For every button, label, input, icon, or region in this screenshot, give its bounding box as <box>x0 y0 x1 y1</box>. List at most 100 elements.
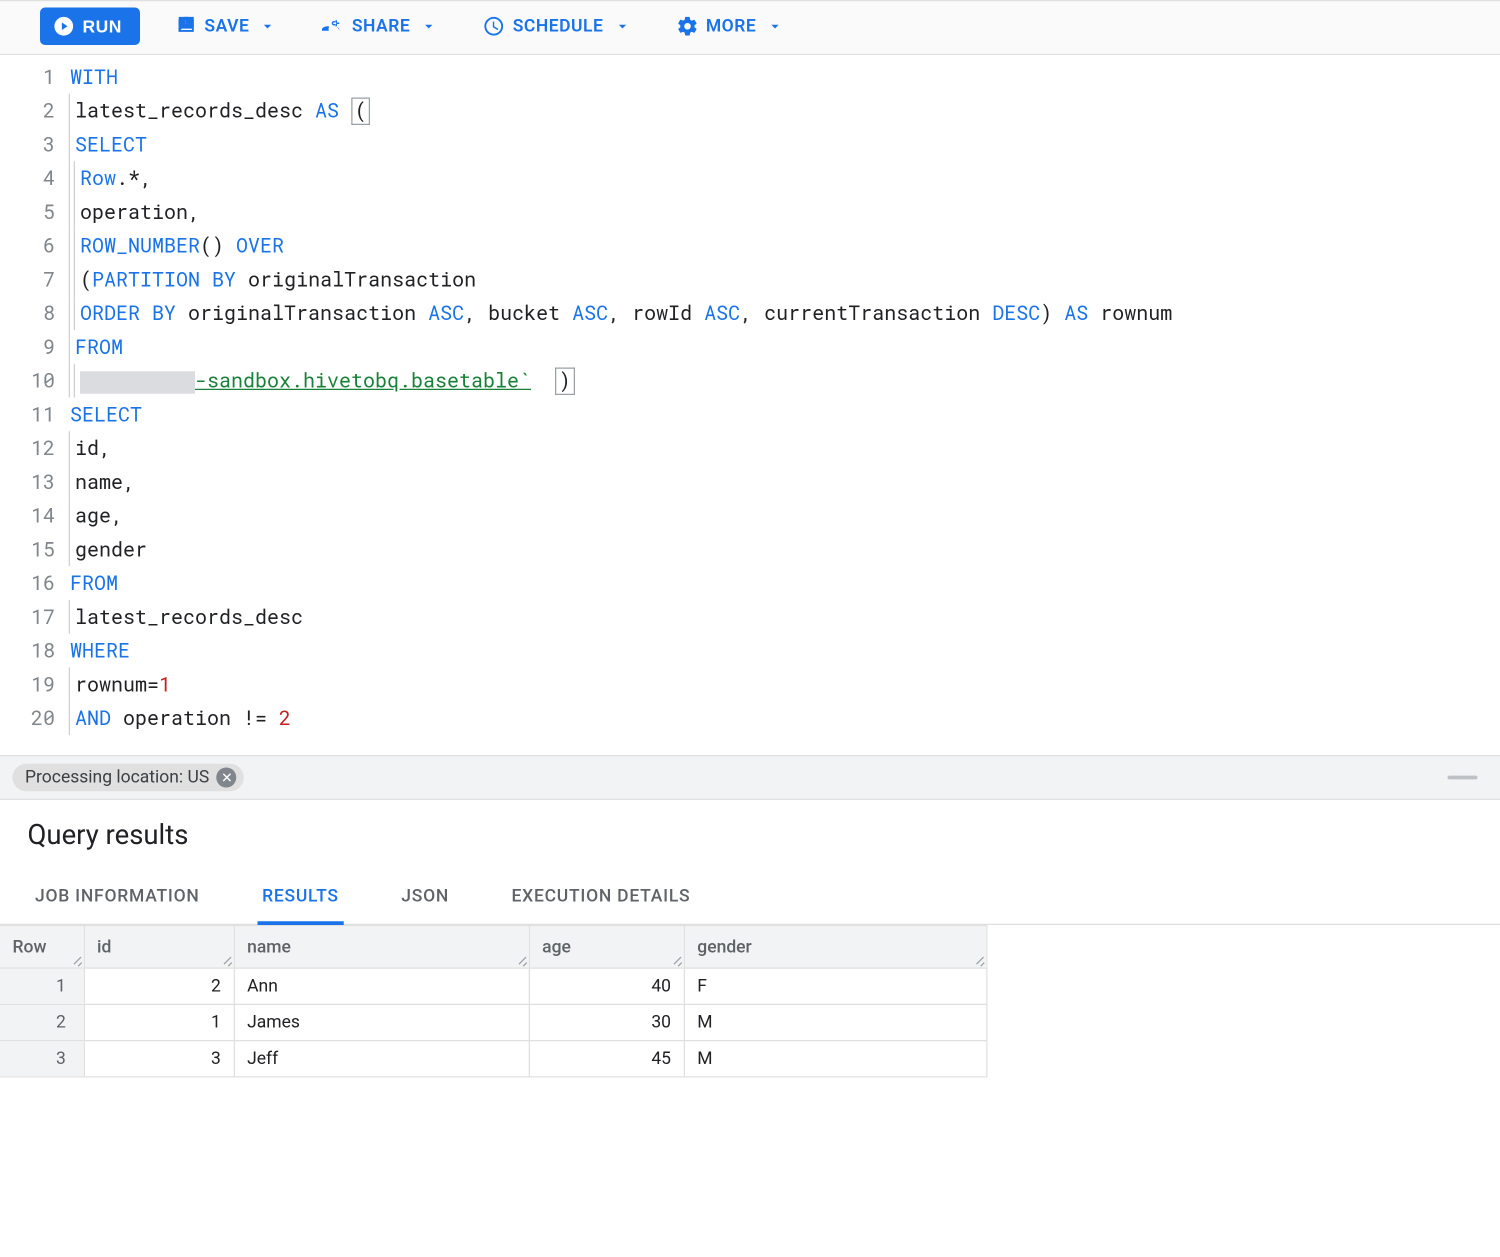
code-line: Row.*, <box>70 161 1500 195</box>
cell-gender: M <box>684 1004 987 1040</box>
cell-gender: F <box>684 968 987 1004</box>
more-button[interactable]: MORE <box>676 15 784 38</box>
code-line: latest_records_desc <box>70 600 1500 634</box>
cell-id: 3 <box>84 1041 234 1077</box>
line-number: 15 <box>0 533 55 567</box>
code-line: (PARTITION BY originalTransaction <box>70 263 1500 297</box>
chip-label: Processing location: US <box>25 768 209 788</box>
table-row: 12Ann40F <box>0 968 987 1004</box>
line-number: 1 <box>0 60 55 94</box>
code-line: SELECT <box>70 128 1500 162</box>
run-button[interactable]: RUN <box>40 8 139 46</box>
cell-row: 2 <box>0 1004 84 1040</box>
code-line: ORDER BY originalTransaction ASC, bucket… <box>70 296 1500 330</box>
cell-gender: M <box>684 1041 987 1077</box>
line-number: 9 <box>0 330 55 364</box>
schedule-label: SCHEDULE <box>513 16 604 36</box>
line-number: 6 <box>0 229 55 263</box>
sql-editor[interactable]: 1234567891011121314151617181920 WITH lat… <box>0 55 1500 755</box>
tab-execution-details[interactable]: EXECUTION DETAILS <box>507 874 696 925</box>
table-row: 33Jeff45M <box>0 1041 987 1077</box>
line-number: 4 <box>0 161 55 195</box>
line-number: 17 <box>0 600 55 634</box>
chevron-down-icon <box>420 18 438 36</box>
table-header-row: Row id name age gender <box>0 926 987 969</box>
col-age[interactable]: age <box>529 926 684 969</box>
cell-age: 40 <box>529 968 684 1004</box>
code-line: rownum=1 <box>70 668 1500 702</box>
line-number: 18 <box>0 634 55 668</box>
results-table: Row id name age gender 12Ann40F21James30… <box>0 925 988 1078</box>
cell-row: 3 <box>0 1041 84 1077</box>
cell-age: 45 <box>529 1041 684 1077</box>
code-line: -sandbox.hivetobq.basetable` ) <box>70 364 1500 398</box>
schedule-button[interactable]: SCHEDULE <box>483 15 631 38</box>
cell-name: Jeff <box>234 1041 529 1077</box>
line-number: 11 <box>0 398 55 432</box>
code-line: name, <box>70 465 1500 499</box>
cell-id: 1 <box>84 1004 234 1040</box>
code-line: SELECT <box>70 398 1500 432</box>
chevron-down-icon <box>613 18 631 36</box>
toolbar: RUN SAVE SHARE SCHEDULE MORE <box>0 0 1500 55</box>
line-number: 7 <box>0 263 55 297</box>
tab-job-information[interactable]: JOB INFORMATION <box>30 874 205 925</box>
cell-age: 30 <box>529 1004 684 1040</box>
redacted-text <box>80 371 195 394</box>
line-number: 13 <box>0 465 55 499</box>
chevron-down-icon <box>766 18 784 36</box>
cell-name: Ann <box>234 968 529 1004</box>
cell-name: James <box>234 1004 529 1040</box>
save-button[interactable]: SAVE <box>174 15 276 38</box>
share-icon <box>322 15 345 38</box>
share-label: SHARE <box>352 16 410 36</box>
cell-id: 2 <box>84 968 234 1004</box>
code-line: operation, <box>70 195 1500 229</box>
tab-results[interactable]: RESULTS <box>257 874 344 925</box>
line-number: 19 <box>0 668 55 702</box>
chevron-down-icon <box>259 18 277 36</box>
code-line: WHERE <box>70 634 1500 668</box>
line-number: 14 <box>0 499 55 533</box>
close-icon[interactable]: ✕ <box>217 768 237 788</box>
results-title: Query results <box>0 800 1500 874</box>
share-button[interactable]: SHARE <box>322 15 438 38</box>
code-line: gender <box>70 533 1500 567</box>
code-line: ROW_NUMBER() OVER <box>70 229 1500 263</box>
code-line: id, <box>70 431 1500 465</box>
processing-location-chip[interactable]: Processing location: US ✕ <box>13 764 245 792</box>
code-line: FROM <box>70 330 1500 364</box>
code-line: AND operation != 2 <box>70 701 1500 735</box>
run-label: RUN <box>83 16 122 36</box>
line-number: 3 <box>0 128 55 162</box>
code-area[interactable]: WITH latest_records_desc AS ( SELECT Row… <box>70 60 1500 755</box>
line-number: 2 <box>0 94 55 128</box>
save-label: SAVE <box>204 16 249 36</box>
code-line: age, <box>70 499 1500 533</box>
table-row: 21James30M <box>0 1004 987 1040</box>
col-gender[interactable]: gender <box>684 926 987 969</box>
line-number: 20 <box>0 701 55 735</box>
tab-json[interactable]: JSON <box>396 874 454 925</box>
cell-row: 1 <box>0 968 84 1004</box>
line-number: 8 <box>0 296 55 330</box>
drag-handle-icon[interactable] <box>1448 776 1478 780</box>
play-icon <box>53 15 76 38</box>
line-gutter: 1234567891011121314151617181920 <box>0 60 70 755</box>
more-label: MORE <box>706 16 756 36</box>
line-number: 16 <box>0 566 55 600</box>
clock-icon <box>483 15 506 38</box>
col-id[interactable]: id <box>84 926 234 969</box>
code-line: WITH <box>70 60 1500 94</box>
col-name[interactable]: name <box>234 926 529 969</box>
col-row[interactable]: Row <box>0 926 84 969</box>
gear-icon <box>676 15 699 38</box>
results-tabs: JOB INFORMATION RESULTS JSON EXECUTION D… <box>0 874 1500 925</box>
code-line: FROM <box>70 566 1500 600</box>
line-number: 12 <box>0 431 55 465</box>
code-line: latest_records_desc AS ( <box>70 94 1500 128</box>
status-bar: Processing location: US ✕ <box>0 755 1500 800</box>
line-number: 5 <box>0 195 55 229</box>
line-number: 10 <box>0 364 55 398</box>
save-icon <box>174 15 197 38</box>
